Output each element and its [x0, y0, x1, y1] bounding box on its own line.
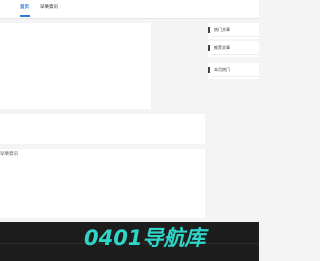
sidebar-card-title: 推荐文章 [214, 45, 230, 50]
watermark-text: 0401导航库 [84, 226, 206, 250]
top-navigation-bar: 首页 早樂資讯 [0, 0, 259, 19]
sidebar-card-title: 本月热门 [214, 67, 230, 72]
main-content-panel [0, 23, 151, 109]
nav-item-home[interactable]: 首页 [20, 5, 29, 11]
title-accent-bar [208, 45, 210, 51]
sidebar-card-title: 热门文章 [214, 27, 230, 32]
title-accent-bar [208, 67, 210, 73]
content-block [0, 114, 205, 144]
nav-item-news[interactable]: 早樂資讯 [40, 5, 58, 11]
news-section-panel [0, 149, 205, 218]
title-accent-bar [208, 27, 210, 33]
watermark-logo: 0401导航库 [84, 226, 205, 250]
divider [211, 54, 259, 55]
section-title: 早樂資讯 [0, 152, 18, 157]
divider [211, 36, 259, 37]
sidebar-card-hot-articles: 热门文章 [208, 23, 259, 39]
sidebar-card-recommended: 推荐文章 [208, 41, 259, 57]
divider [211, 76, 259, 77]
sidebar-card-monthly-hot: 本月热门 [208, 63, 259, 79]
nav-active-indicator [20, 15, 30, 17]
